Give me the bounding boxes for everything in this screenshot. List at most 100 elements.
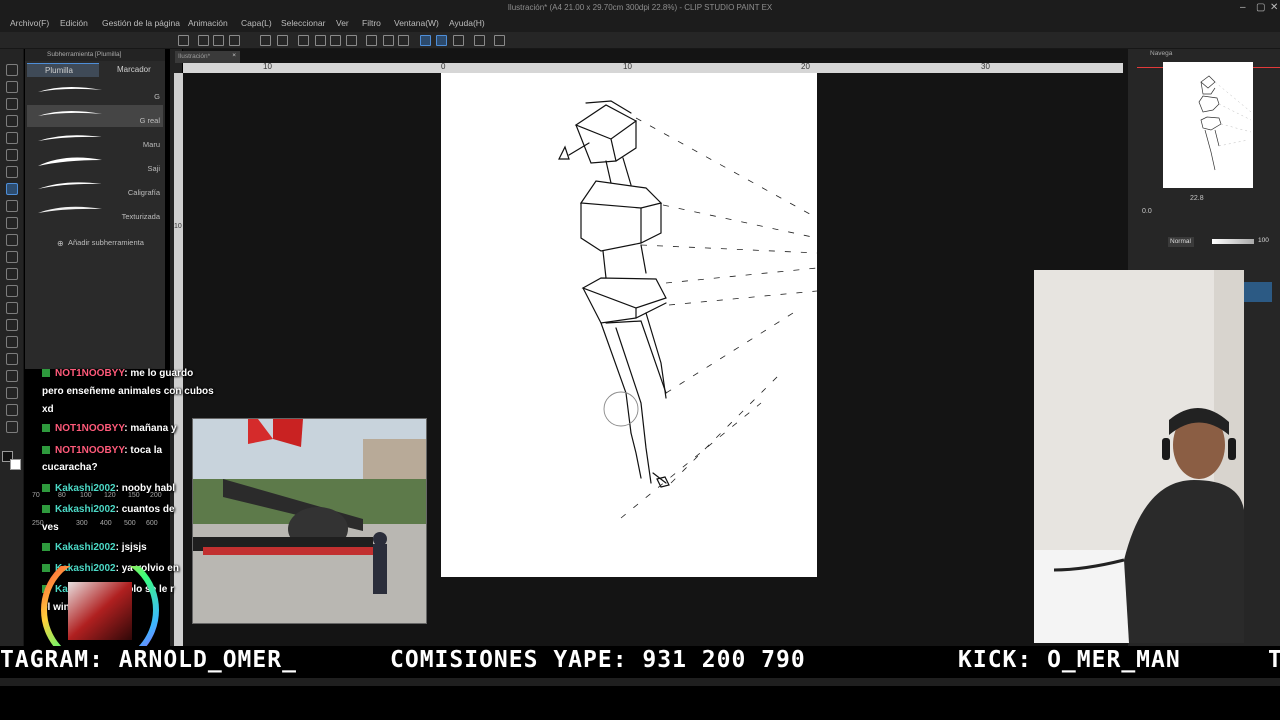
decoration-tool-icon[interactable] xyxy=(6,251,18,263)
transform-icon[interactable] xyxy=(346,35,357,46)
pencil-tool-icon[interactable] xyxy=(6,200,18,212)
invert-selection-icon[interactable] xyxy=(398,35,409,46)
snap-ruler-icon[interactable] xyxy=(420,35,431,46)
brush-item-g-real[interactable]: G real xyxy=(27,105,163,127)
close-tab-icon[interactable]: × xyxy=(232,52,236,59)
brush-item-caligrafia[interactable]: Caligrafía xyxy=(27,177,163,199)
brush-name: Caligrafía xyxy=(127,188,160,197)
export-icon[interactable] xyxy=(229,35,240,46)
brush-size-label[interactable]: 200 xyxy=(150,492,162,499)
move-tool-icon[interactable] xyxy=(6,81,18,93)
menu-animacion[interactable]: Animación xyxy=(188,18,228,28)
navigator-thumbnail[interactable] xyxy=(1163,62,1253,188)
tab-navigator[interactable]: Navega xyxy=(1150,50,1172,57)
gradient-tool-icon[interactable] xyxy=(6,319,18,331)
brush-size-label[interactable]: 150 xyxy=(128,492,140,499)
undo-icon[interactable] xyxy=(260,35,271,46)
document-tab[interactable]: Ilustración* × xyxy=(175,51,240,63)
menu-gestion-pagina[interactable]: Gestión de la página xyxy=(102,18,180,28)
eraser-tool-icon[interactable] xyxy=(6,268,18,280)
auto-select-tool-icon[interactable] xyxy=(6,149,18,161)
brush-stroke-preview xyxy=(38,86,102,92)
brush-size-label[interactable]: 80 xyxy=(58,492,66,499)
tab-marcador-label: Marcador xyxy=(117,65,151,74)
menu-bar: Archivo(F) Edición Gestión de la página … xyxy=(0,16,1280,32)
brush-tool-icon[interactable] xyxy=(6,217,18,229)
move-layer-tool-icon[interactable] xyxy=(6,115,18,127)
brush-size-label[interactable]: 400 xyxy=(100,520,112,527)
minimize-icon[interactable]: – xyxy=(1240,2,1246,13)
ruler-tick-label: 30 xyxy=(981,62,990,71)
ruler-tick-label: 10 xyxy=(174,223,182,230)
command-bar xyxy=(0,32,1280,49)
brush-size-label[interactable]: 600 xyxy=(146,520,158,527)
tab-plumilla[interactable]: Plumilla xyxy=(27,63,99,77)
chat-message-cont: cucaracha? xyxy=(42,462,98,473)
pen-tool-icon[interactable] xyxy=(6,183,18,195)
operation-tool-icon[interactable] xyxy=(6,98,18,110)
ruler-tick-label: 10 xyxy=(263,62,272,71)
sketch-drawing xyxy=(558,100,818,519)
brush-name: Texturizada xyxy=(121,212,160,221)
brush-item-texturizada[interactable]: Texturizada xyxy=(27,201,163,223)
new-file-icon[interactable] xyxy=(178,35,189,46)
fill-tool-icon[interactable] xyxy=(6,302,18,314)
brush-size-label[interactable]: 100 xyxy=(80,492,92,499)
opacity-slider[interactable] xyxy=(1212,239,1254,244)
snap-special-icon[interactable] xyxy=(436,35,447,46)
brush-size-label[interactable]: 70 xyxy=(32,492,40,499)
brush-size-label[interactable]: 120 xyxy=(104,492,116,499)
ruler-tick-label: 10 xyxy=(623,62,632,71)
brush-stroke-preview xyxy=(38,157,102,166)
deselect-icon[interactable] xyxy=(383,35,394,46)
maximize-icon[interactable]: ▢ xyxy=(1256,2,1265,13)
selected-layer[interactable] xyxy=(1244,282,1272,302)
menu-archivo[interactable]: Archivo(F) xyxy=(10,18,49,28)
blend-tool-icon[interactable] xyxy=(6,285,18,297)
add-subtool-button[interactable]: Añadir subherramienta xyxy=(68,238,144,247)
figure-tool-icon[interactable] xyxy=(6,336,18,348)
snap-grid-icon[interactable] xyxy=(453,35,464,46)
brush-name: Maru xyxy=(142,140,160,149)
blend-mode-select[interactable]: Normal xyxy=(1168,237,1194,247)
brush-name: G xyxy=(154,92,160,101)
brush-item-saji[interactable]: Saji xyxy=(27,153,163,175)
brush-item-g[interactable]: G xyxy=(27,81,163,103)
airbrush-tool-icon[interactable] xyxy=(6,234,18,246)
menu-capa[interactable]: Capa(L) xyxy=(241,18,272,28)
zoom-tool-icon[interactable] xyxy=(6,64,18,76)
tab-marcador[interactable]: Marcador xyxy=(101,63,163,77)
assist-icon[interactable] xyxy=(494,35,505,46)
frame-tool-icon[interactable] xyxy=(6,353,18,365)
clear-icon[interactable] xyxy=(315,35,326,46)
brush-size-label[interactable]: 300 xyxy=(76,520,88,527)
crop-icon[interactable] xyxy=(366,35,377,46)
settings-icon[interactable] xyxy=(298,35,309,46)
opacity-value[interactable]: 100 xyxy=(1258,237,1269,244)
save-icon[interactable] xyxy=(213,35,224,46)
open-icon[interactable] xyxy=(198,35,209,46)
menu-ver[interactable]: Ver xyxy=(336,18,349,28)
close-icon[interactable]: ✕ xyxy=(1270,2,1278,13)
menu-seleccionar[interactable]: Seleccionar xyxy=(281,18,325,28)
brush-size-label[interactable]: 500 xyxy=(124,520,136,527)
brush-item-maru[interactable]: Maru xyxy=(27,129,163,151)
fill-icon[interactable] xyxy=(330,35,341,46)
brush-size-label[interactable]: 250 xyxy=(32,520,44,527)
ruler-icon[interactable] xyxy=(474,35,485,46)
menu-ventana[interactable]: Ventana(W) xyxy=(394,18,439,28)
document-tab-label: Ilustración* xyxy=(178,53,211,60)
rotation-value[interactable]: 0.0 xyxy=(1142,208,1152,215)
zoom-value[interactable]: 22.8 xyxy=(1190,195,1204,202)
selection-tool-icon[interactable] xyxy=(6,132,18,144)
color-wheel[interactable] xyxy=(38,551,162,669)
canvas-paper[interactable] xyxy=(441,73,818,577)
eyedropper-tool-icon[interactable] xyxy=(6,166,18,178)
brush-stroke-preview xyxy=(38,110,102,116)
menu-filtro[interactable]: Filtro xyxy=(362,18,381,28)
brush-stroke-preview xyxy=(38,206,102,213)
menu-ayuda[interactable]: Ayuda(H) xyxy=(449,18,485,28)
redo-icon[interactable] xyxy=(277,35,288,46)
menu-edicion[interactable]: Edición xyxy=(60,18,88,28)
subtool-panel: Subherramienta [Plumilla] Plumilla Marca… xyxy=(25,49,165,369)
